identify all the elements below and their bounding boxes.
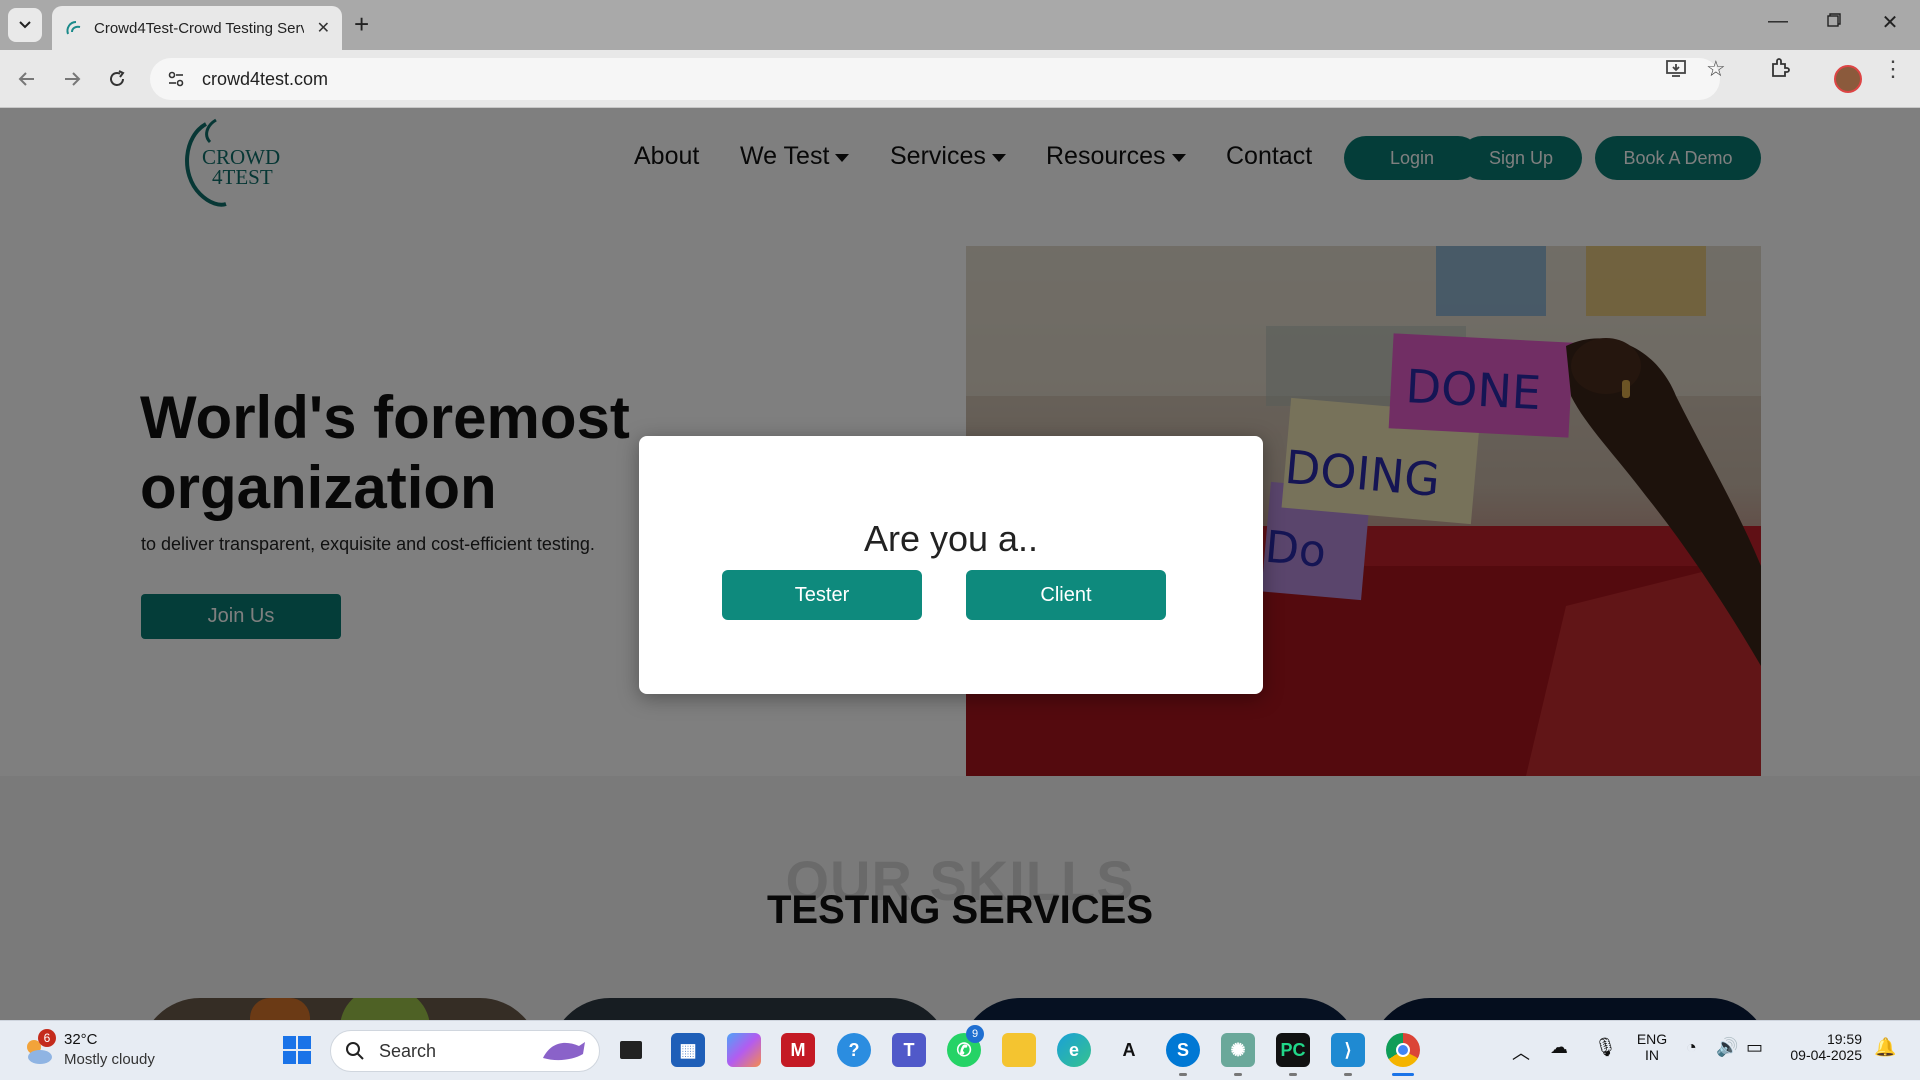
get-help-icon[interactable]: ? [837, 1033, 871, 1067]
address-bar[interactable]: crowd4test.com [150, 58, 1720, 100]
forward-icon[interactable] [55, 62, 89, 96]
role-selection-modal: Are you a.. Tester Client [639, 436, 1263, 694]
browser-menu-icon[interactable]: ⋮ [1882, 56, 1904, 82]
tab-search-button[interactable] [8, 8, 42, 42]
running-indicator [1179, 1073, 1187, 1076]
restore-icon[interactable] [1806, 10, 1862, 33]
site-favicon-icon [66, 21, 81, 35]
task-view-icon[interactable] [614, 1033, 648, 1067]
copilot-icon[interactable] [727, 1033, 761, 1067]
running-indicator [1289, 1073, 1297, 1076]
bookmark-star-icon[interactable]: ☆ [1706, 56, 1726, 82]
reload-icon[interactable] [100, 62, 134, 96]
browser-tab[interactable]: Crowd4Test-Crowd Testing Serv ✕ [52, 6, 342, 50]
search-label: Search [379, 1040, 437, 1061]
notifications-icon[interactable]: 🔔 [1874, 1037, 1896, 1058]
pycharm-icon[interactable]: PC [1276, 1033, 1310, 1067]
web-page: CROWD 4TEST About We Test Services Resou… [0, 108, 1920, 1020]
clock-time: 19:59 [1826, 1031, 1862, 1047]
client-button[interactable]: Client [966, 570, 1166, 620]
windows-taskbar: 6 32°C Mostly cloudy Search ▦ M ? T ✆ 9 … [0, 1020, 1920, 1080]
close-tab-icon[interactable]: ✕ [317, 18, 330, 38]
profile-avatar[interactable] [1834, 65, 1862, 93]
language-line2: IN [1645, 1047, 1659, 1063]
browser-tab-strip: Crowd4Test-Crowd Testing Serv ✕ + — ✕ [0, 0, 1920, 50]
site-info-icon[interactable] [164, 67, 188, 91]
search-icon [346, 1042, 364, 1060]
search-highlight-icon [543, 1042, 585, 1061]
close-window-icon[interactable]: ✕ [1862, 10, 1918, 35]
show-hidden-icons-icon[interactable]: ︿ [1512, 1039, 1530, 1065]
whatsapp-badge: 9 [966, 1025, 984, 1043]
chatgpt-icon[interactable]: ✺ [1221, 1033, 1255, 1067]
taskbar-search-box[interactable]: Search [330, 1030, 600, 1072]
tester-button[interactable]: Tester [722, 570, 922, 620]
back-icon[interactable] [10, 62, 44, 96]
wifi-icon[interactable]: ◔ [1686, 1037, 1697, 1058]
restore-window-icon [1827, 13, 1841, 27]
weather-condition[interactable]: Mostly cloudy [64, 1051, 155, 1068]
skype-icon[interactable]: S [1166, 1033, 1200, 1067]
battery-icon[interactable]: ▭ [1746, 1037, 1763, 1058]
new-tab-icon[interactable]: + [354, 11, 369, 37]
running-indicator [1344, 1073, 1352, 1076]
tab-title: Crowd4Test-Crowd Testing Serv [94, 19, 304, 37]
clock[interactable]: 19:59 09-04-2025 [1782, 1031, 1862, 1063]
url-text: crowd4test.com [202, 68, 329, 89]
teams-icon[interactable]: T [892, 1033, 926, 1067]
extensions-icon[interactable] [1768, 56, 1792, 86]
weather-temperature[interactable]: 32°C [64, 1031, 98, 1048]
mcafee-icon[interactable]: M [781, 1033, 815, 1067]
onedrive-icon[interactable]: ☁ [1550, 1037, 1568, 1058]
active-app-indicator [1392, 1073, 1414, 1076]
modal-title: Are you a.. [863, 518, 1039, 559]
volume-icon[interactable]: 🔊 [1716, 1037, 1738, 1058]
language-line1: ENG [1636, 1031, 1668, 1047]
install-app-icon[interactable] [1664, 56, 1688, 86]
windows-start-icon[interactable] [280, 1033, 314, 1067]
microsoft-store-icon[interactable]: ▦ [671, 1033, 705, 1067]
minimize-icon[interactable]: — [1750, 10, 1806, 33]
file-explorer-icon[interactable] [1002, 1033, 1036, 1067]
chrome-icon[interactable] [1386, 1033, 1420, 1067]
browser-toolbar: crowd4test.com ☆ ⋮ [0, 50, 1920, 108]
adobe-acrobat-icon[interactable]: A [1112, 1033, 1146, 1067]
language-indicator[interactable]: ENG IN [1632, 1031, 1672, 1063]
chevron-down-icon [19, 21, 31, 29]
weather-alert-badge: 6 [38, 1029, 56, 1047]
running-indicator [1234, 1073, 1242, 1076]
edge-icon[interactable]: e [1057, 1033, 1091, 1067]
vscode-icon[interactable]: ⟩ [1331, 1033, 1365, 1067]
clock-date: 09-04-2025 [1790, 1047, 1862, 1063]
microphone-icon[interactable]: 🎙 [1594, 1037, 1617, 1058]
